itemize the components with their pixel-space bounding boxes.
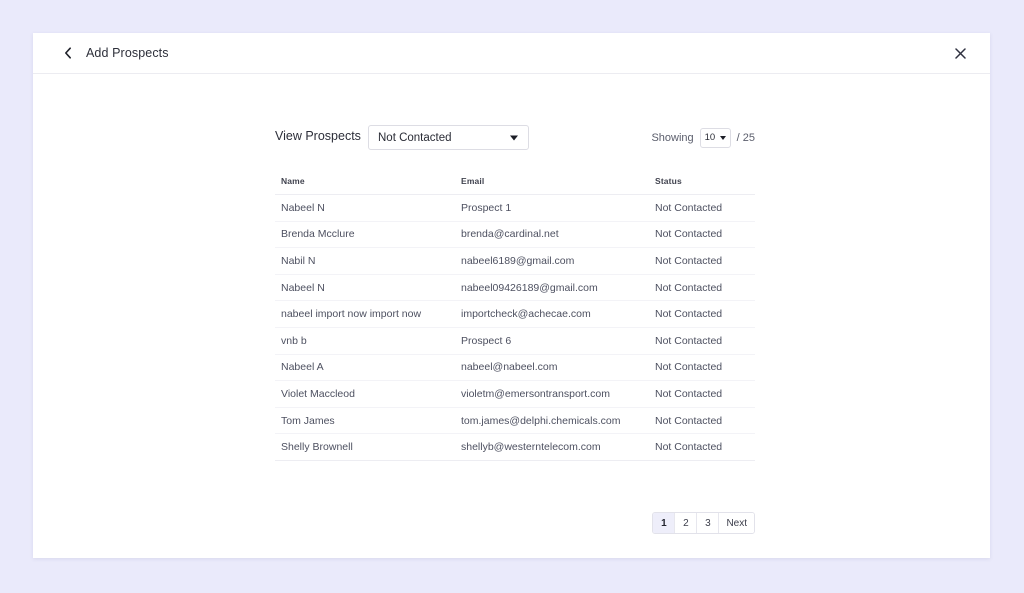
prospect-email: violetm@emersontransport.com <box>461 387 610 400</box>
prospect-name: Brenda Mcclure <box>281 228 355 241</box>
close-button[interactable] <box>951 44 969 62</box>
chevron-left-icon <box>64 47 72 59</box>
close-icon <box>954 47 966 59</box>
prospect-status: Not Contacted <box>655 228 723 241</box>
prospect-status: Not Contacted <box>655 441 723 454</box>
table-row[interactable]: vnb b Prospect 6 Not Contacted <box>275 328 755 355</box>
total-count-label: / 25 <box>736 131 755 144</box>
chevron-down-icon <box>719 135 726 140</box>
pager-next-button[interactable]: Next <box>719 513 754 533</box>
table-row[interactable]: Tom James tom.james@delphi.chemicals.com N… <box>275 408 755 435</box>
prospect-email: tom.james@delphi.chemicals.com <box>461 414 621 427</box>
prospect-status: Not Contacted <box>655 308 723 321</box>
chevron-down-icon <box>510 135 518 140</box>
prospect-name: nabeel import now import now <box>281 308 422 321</box>
column-header-email: Email <box>461 175 485 186</box>
modal-header: Add Prospects <box>33 33 990 74</box>
prospect-status: Not Contacted <box>655 201 723 214</box>
prospect-email: Prospect 1 <box>461 201 512 214</box>
prospect-status: Not Contacted <box>655 254 723 267</box>
table-row[interactable]: Violet Maccleod violetm@emersontransport.… <box>275 381 755 408</box>
prospect-email: nabeel@nabeel.com <box>461 361 558 374</box>
pager: 1 2 3 Next <box>652 512 755 534</box>
prospect-email: nabeel09426189@gmail.com <box>461 281 598 294</box>
status-filter-value: Not Contacted <box>378 131 452 144</box>
prospect-email: nabeel6189@gmail.com <box>461 254 575 267</box>
prospect-name: Nabeel N <box>281 201 325 214</box>
table-row[interactable]: Brenda Mcclure brenda@cardinal.net Not Con… <box>275 222 755 249</box>
page-size-select[interactable]: 10 <box>699 127 731 148</box>
status-filter-select[interactable]: Not Contacted <box>368 125 529 150</box>
prospect-name: vnb b <box>281 334 307 347</box>
prospect-name: Tom James <box>281 414 335 427</box>
showing-label: Showing <box>651 131 694 144</box>
pager-page-3[interactable]: 3 <box>697 513 720 533</box>
prospect-status: Not Contacted <box>655 281 723 294</box>
prospect-name: Nabeel A <box>281 361 324 374</box>
pagination: 1 2 3 Next <box>275 512 755 534</box>
add-prospects-modal: Add Prospects View Prospects Not Contact… <box>33 33 990 558</box>
modal-body: View Prospects Not Contacted Showing 10 … <box>33 74 990 557</box>
prospect-name: Nabil N <box>281 254 316 267</box>
prospect-email: shellyb@westerntelecom.com <box>461 441 601 454</box>
table-body: Nabeel N Prospect 1 Not Contacted Brenda Mc… <box>275 195 755 461</box>
prospect-name: Violet Maccleod <box>281 387 355 400</box>
prospect-name: Shelly Brownell <box>281 441 353 454</box>
pager-page-1[interactable]: 1 <box>653 513 676 533</box>
prospects-table: Name Email Status Nabeel N Prospect 1 Not … <box>275 167 755 461</box>
prospect-name: Nabeel N <box>281 281 325 294</box>
table-row[interactable]: Shelly Brownell shellyb@westerntelecom.co… <box>275 434 755 461</box>
prospect-status: Not Contacted <box>655 387 723 400</box>
prospect-email: importcheck@achecae.com <box>461 308 591 321</box>
page-size-value: 10 <box>704 132 716 143</box>
table-row[interactable]: nabeel import now import now importcheck@… <box>275 301 755 328</box>
prospect-status: Not Contacted <box>655 361 723 374</box>
prospect-status: Not Contacted <box>655 414 723 427</box>
view-prospects-label: View Prospects <box>275 129 361 143</box>
pager-page-2[interactable]: 2 <box>675 513 698 533</box>
showing-controls: Showing 10 / 25 <box>651 125 755 150</box>
prospects-toolbar: View Prospects Not Contacted Showing 10 … <box>275 125 755 151</box>
table-row[interactable]: Nabil N nabeel6189@gmail.com Not Contacted <box>275 248 755 275</box>
table-header-row: Name Email Status <box>275 167 755 195</box>
table-row[interactable]: Nabeel N nabeel09426189@gmail.com Not Cont… <box>275 275 755 302</box>
prospect-email: brenda@cardinal.net <box>461 228 559 241</box>
prospect-email: Prospect 6 <box>461 334 512 347</box>
back-button[interactable] <box>58 43 78 63</box>
column-header-name: Name <box>281 175 305 186</box>
table-row[interactable]: Nabeel N Prospect 1 Not Contacted <box>275 195 755 222</box>
prospect-status: Not Contacted <box>655 334 723 347</box>
column-header-status: Status <box>655 175 682 186</box>
page-title: Add Prospects <box>86 46 169 60</box>
table-row[interactable]: Nabeel A nabeel@nabeel.com Not Contacted <box>275 355 755 382</box>
